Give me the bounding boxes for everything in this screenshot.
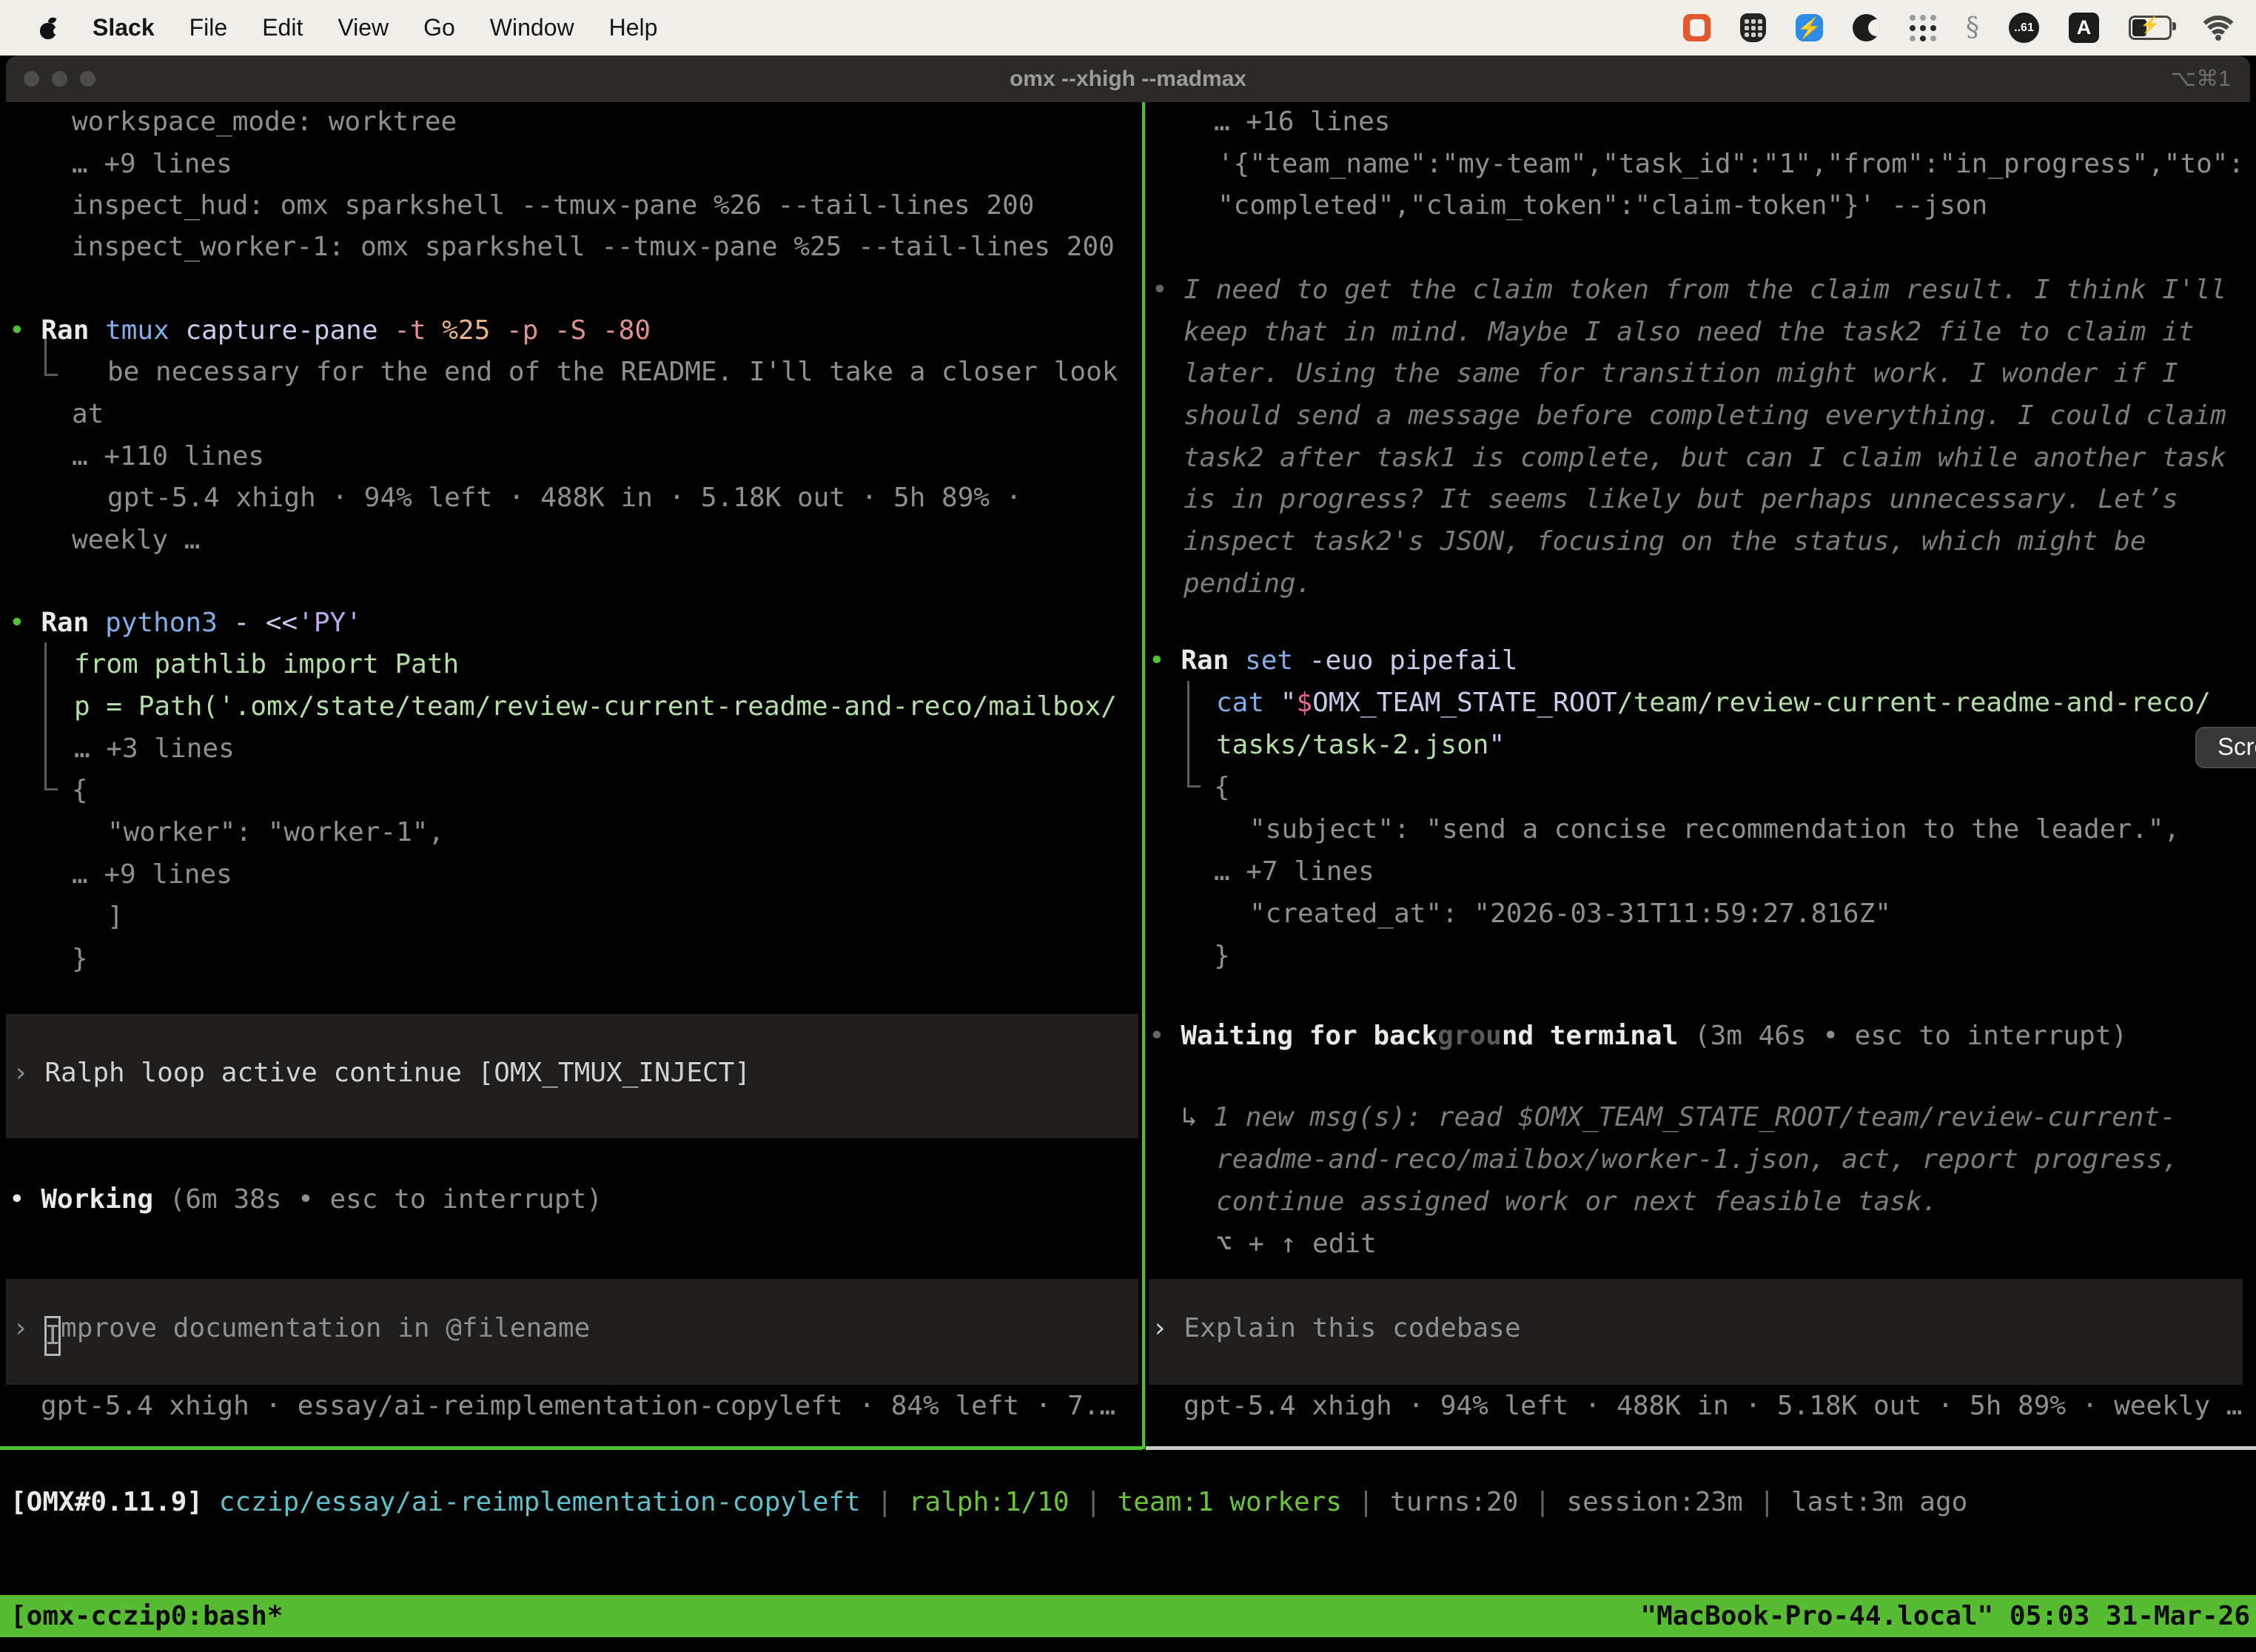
right-pane-statusline: gpt-5.4 xhigh · 94% left · 488K in · 5.1… bbox=[1184, 1386, 2242, 1427]
tmux-session-label: [omx-cczip0:bash* bbox=[10, 1595, 283, 1637]
terminal-line: at bbox=[72, 394, 104, 435]
command-line: • Ran tmux capture-pane -t %25 -p -S -80 bbox=[9, 310, 651, 352]
terminal-line: "worker": "worker-1", bbox=[107, 812, 444, 853]
terminal-area: workspace_mode: worktree… +9 linesinspec… bbox=[0, 0, 2256, 1652]
terminal-line: … +9 lines bbox=[72, 854, 232, 896]
working-status: • Working (6m 38s • esc to interrupt) bbox=[9, 1179, 602, 1220]
tmux-host-clock: "MacBook-Pro-44.local" 05:03 31-Mar-26 bbox=[1640, 1595, 2250, 1637]
pane-divider-horizontal-left[interactable] bbox=[0, 1446, 1142, 1450]
terminal-line: later. Using the same for transition mig… bbox=[1184, 353, 2178, 394]
tree-guide bbox=[44, 374, 58, 376]
thinking-text: • I need to get the claim token from the… bbox=[1152, 269, 2226, 311]
left-pane-statusline: gpt-5.4 xhigh · essay/ai-reimplementatio… bbox=[41, 1386, 1115, 1427]
terminal-line: { bbox=[72, 770, 88, 811]
terminal-line: should send a message before completing … bbox=[1184, 395, 2226, 437]
terminal-line: "created_at": "2026-03-31T11:59:27.816Z" bbox=[1249, 893, 1891, 935]
terminal-line: '{"team_name":"my-team","task_id":"1","f… bbox=[1218, 144, 2244, 185]
terminal-line: weekly … bbox=[72, 520, 200, 561]
tmux-status-bar: [omx-cczip0:bash* "MacBook-Pro-44.local"… bbox=[0, 1595, 2256, 1637]
terminal-line: "subject": "send a concise recommendatio… bbox=[1249, 809, 2180, 850]
terminal-line: continue assigned work or next feasible … bbox=[1216, 1181, 1938, 1223]
terminal-line: inspect task2's JSON, focusing on the st… bbox=[1184, 521, 2146, 563]
terminal-line: is in progress? It seems likely but perh… bbox=[1184, 479, 2178, 520]
terminal-line: … +16 lines bbox=[1214, 101, 1390, 143]
pane-divider-vertical[interactable] bbox=[1142, 102, 1145, 1449]
terminal-line: inspect_hud: omx sparkshell --tmux-pane … bbox=[72, 185, 1034, 226]
terminal-line: workspace_mode: worktree bbox=[72, 101, 457, 143]
terminal-line: keep that in mind. Maybe I also need the… bbox=[1184, 312, 2194, 353]
terminal-line: inspect_worker-1: omx sparkshell --tmux-… bbox=[72, 226, 1115, 268]
prompt-input-left: › Improve documentation in @filename bbox=[13, 1308, 590, 1356]
terminal-line: ↳ 1 new msg(s): read $OMX_TEAM_STATE_ROO… bbox=[1181, 1097, 2176, 1138]
terminal-line: cat "$OMX_TEAM_STATE_ROOT/team/review-cu… bbox=[1216, 682, 2211, 724]
command-line: • Ran set -euo pipefail bbox=[1149, 640, 1518, 682]
ralph-loop-status: › Ralph loop active continue [OMX_TMUX_I… bbox=[13, 1052, 751, 1094]
terminal-line: readme-and-reco/mailbox/worker-1.json, a… bbox=[1216, 1139, 2178, 1181]
terminal-line: } bbox=[72, 939, 88, 980]
terminal-line: task2 after task1 is complete, but can I… bbox=[1184, 437, 2226, 479]
tree-guide bbox=[44, 788, 58, 790]
omx-hud-statusline: [OMX#0.11.9] cczip/essay/ai-reimplementa… bbox=[10, 1482, 1967, 1523]
terminal-line: tasks/task-2.json" bbox=[1216, 725, 1505, 766]
terminal-line: "completed","claim_token":"claim-token"}… bbox=[1218, 185, 1987, 226]
terminal-line: … +110 lines bbox=[72, 436, 264, 477]
command-line: • Ran python3 - <<'PY' bbox=[9, 602, 362, 644]
edit-hint: ⌥ + ↑ edit bbox=[1216, 1223, 1377, 1265]
terminal-line: gpt-5.4 xhigh · 94% left · 488K in · 5.1… bbox=[107, 477, 1021, 519]
terminal-line: … +7 lines bbox=[1214, 851, 1374, 893]
terminal-line: … +3 lines bbox=[74, 728, 235, 770]
terminal-line: pending. bbox=[1184, 563, 1312, 605]
terminal-line: from pathlib import Path bbox=[74, 644, 459, 685]
terminal-line: p = Path('.omx/state/team/review-current… bbox=[74, 686, 1117, 728]
tree-guide bbox=[44, 642, 47, 790]
terminal-line: be necessary for the end of the README. … bbox=[107, 352, 1118, 393]
waiting-status: • Waiting for background terminal (3m 46… bbox=[1149, 1015, 2127, 1057]
pane-divider-horizontal-right[interactable] bbox=[1146, 1446, 2256, 1450]
terminal-line: { bbox=[1214, 767, 1230, 808]
prompt-input-right: › Explain this codebase bbox=[1152, 1308, 1521, 1349]
terminal-line: ] bbox=[107, 896, 124, 938]
screen-share-popup[interactable]: Scre bbox=[2195, 727, 2256, 768]
tree-guide bbox=[1187, 681, 1189, 788]
tree-guide bbox=[1187, 785, 1201, 788]
terminal-line: } bbox=[1214, 936, 1230, 977]
terminal-line: … +9 lines bbox=[72, 144, 232, 185]
